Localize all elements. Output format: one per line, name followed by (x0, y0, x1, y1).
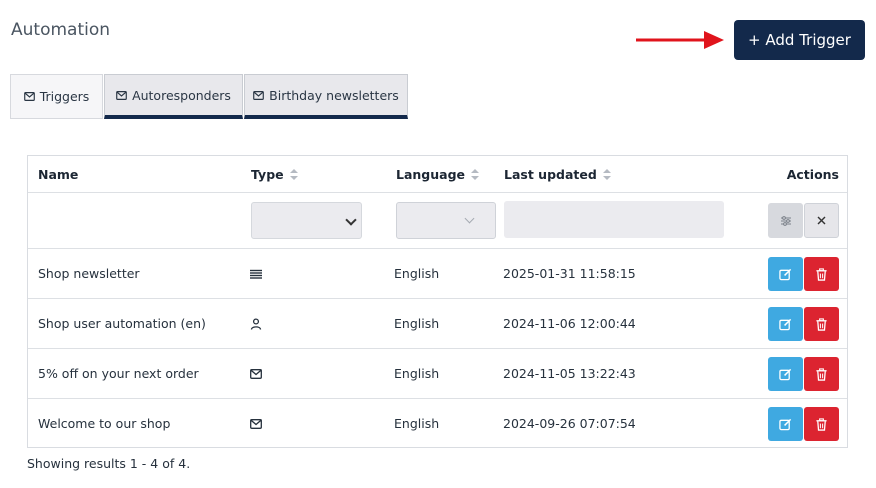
sort-icon (471, 168, 480, 180)
table-row: 5% off on your next order English 2024-1… (28, 349, 847, 399)
chevron-down-icon (464, 213, 475, 224)
tab-bar: Triggers Autoresponders Birthday newslet… (10, 74, 409, 119)
column-header-language[interactable]: Language (396, 156, 480, 192)
trigger-name: Shop user automation (en) (38, 316, 206, 331)
tab-label: Birthday newsletters (269, 87, 399, 103)
trigger-type (250, 299, 262, 348)
trigger-language: English (394, 366, 440, 381)
clear-filter-button[interactable] (804, 203, 839, 238)
close-icon (817, 216, 826, 225)
delete-button[interactable] (804, 257, 839, 291)
add-trigger-button[interactable]: + Add Trigger (734, 20, 865, 60)
column-header-actions: Actions (786, 166, 839, 182)
tab-label: Triggers (39, 89, 90, 104)
trash-icon (816, 417, 827, 431)
trigger-language: English (394, 316, 440, 331)
envelope-icon (253, 90, 265, 100)
user-icon (250, 317, 262, 330)
tab-autoresponders[interactable]: Autoresponders (104, 74, 243, 119)
trigger-type (250, 249, 262, 298)
trigger-last-updated: 2024-09-26 07:07:54 (503, 416, 636, 431)
sort-icon (602, 168, 611, 180)
edit-button[interactable] (768, 307, 803, 341)
trigger-name: 5% off on your next order (38, 366, 199, 381)
trigger-last-updated: 2024-11-05 13:22:43 (503, 366, 636, 381)
tab-birthday-newsletters[interactable]: Birthday newsletters (244, 74, 408, 119)
triggers-table: Name Type Language Last updated Actions (27, 155, 848, 448)
trash-icon (816, 317, 827, 331)
trigger-name: Shop newsletter (38, 266, 140, 281)
delete-button[interactable] (804, 307, 839, 341)
edit-button[interactable] (768, 407, 803, 441)
trigger-language: English (394, 416, 440, 431)
envelope-icon (23, 92, 35, 101)
results-summary: Showing results 1 - 4 of 4. (27, 456, 191, 471)
trigger-type (250, 349, 262, 398)
edit-icon (779, 318, 792, 330)
column-header-last-updated[interactable]: Last updated (504, 156, 611, 192)
trigger-language: English (394, 266, 440, 281)
sort-icon (289, 168, 298, 180)
envelope-icon (250, 368, 262, 379)
pointer-arrow (636, 31, 724, 49)
page-title: Automation (11, 20, 111, 40)
envelope-icon (250, 418, 262, 429)
sliders-icon (780, 215, 791, 226)
edit-button[interactable] (768, 357, 803, 391)
chevron-down-icon (345, 214, 357, 226)
tab-triggers[interactable]: Triggers (10, 74, 103, 119)
trash-icon (816, 267, 827, 281)
column-header-name[interactable]: Name (38, 156, 78, 192)
type-filter-select[interactable] (251, 202, 362, 239)
table-row: Shop newsletter English 2025-01-31 11:58… (28, 249, 847, 299)
edit-icon (779, 268, 792, 280)
delete-button[interactable] (804, 357, 839, 391)
edit-button[interactable] (768, 257, 803, 291)
language-filter-select[interactable] (396, 202, 496, 239)
trigger-name: Welcome to our shop (38, 416, 171, 431)
envelope-icon (116, 90, 127, 100)
table-header-row: Name Type Language Last updated Actions (28, 156, 847, 193)
table-row: Welcome to our shop English 2024-09-26 0… (28, 399, 847, 448)
trigger-type (250, 399, 262, 448)
column-header-type[interactable]: Type (251, 156, 298, 192)
edit-icon (779, 368, 792, 380)
tab-label: Autoresponders (132, 87, 231, 103)
last-updated-filter-input[interactable] (504, 201, 724, 238)
trash-icon (816, 367, 827, 381)
trigger-last-updated: 2024-11-06 12:00:44 (503, 316, 636, 331)
table-row: Shop user automation (en) English 2024-1… (28, 299, 847, 349)
list-icon (250, 269, 262, 279)
edit-icon (779, 418, 792, 430)
trigger-last-updated: 2025-01-31 11:58:15 (503, 266, 636, 281)
delete-button[interactable] (804, 407, 839, 441)
filter-settings-button[interactable] (768, 203, 803, 238)
filter-row (28, 193, 847, 249)
